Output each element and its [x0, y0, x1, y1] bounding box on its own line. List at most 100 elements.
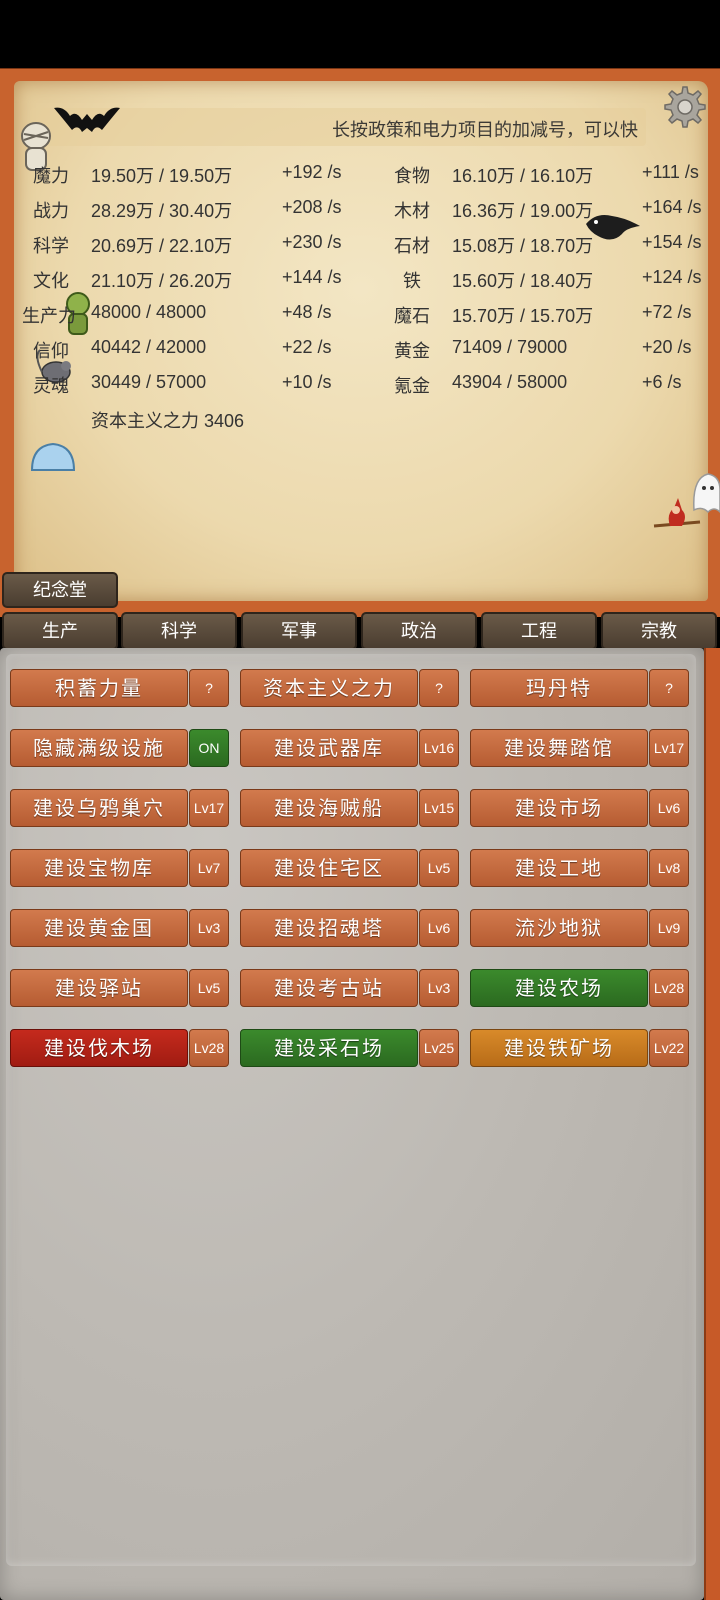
capital-power: 资本主义之力 3406: [91, 411, 245, 431]
level-badge: Lv5: [419, 849, 459, 887]
stat-name: 食物: [394, 166, 430, 186]
building-button[interactable]: 建设采石场: [240, 1029, 418, 1067]
level-badge: Lv25: [419, 1029, 459, 1067]
stat-rate: +208 /s: [282, 197, 342, 217]
notice-text: 长按政策和电力项目的加减号，可以快: [332, 120, 638, 141]
stat-rate: +111 /s: [642, 162, 699, 182]
stat-name: 木材: [394, 201, 430, 221]
stat-rate: +72 /s: [642, 302, 692, 322]
stat-value: 40442 / 42000: [91, 337, 207, 357]
stat-rate: +144 /s: [282, 267, 342, 287]
help-button[interactable]: ?: [649, 669, 689, 707]
level-badge: Lv17: [189, 789, 229, 827]
level-badge: Lv15: [419, 789, 459, 827]
level-badge: Lv3: [189, 909, 229, 947]
building-button[interactable]: 建设市场: [470, 789, 648, 827]
stat-name: 黄金: [394, 341, 430, 361]
stat-name: 科学: [33, 236, 69, 256]
stat-value: 48000 / 48000: [91, 302, 207, 322]
stat-value: 16.10万 / 16.10万: [452, 166, 594, 186]
stat-value: 28.29万 / 30.40万: [91, 201, 233, 221]
stat-name: 文化: [33, 271, 69, 291]
slime-sprite: [30, 442, 76, 471]
stat-name: 石材: [394, 236, 430, 256]
stat-name: 灵魂: [33, 376, 69, 396]
notice-banner: 长按政策和电力项目的加减号，可以快: [30, 108, 646, 146]
building-button[interactable]: 建设舞踏馆: [470, 729, 648, 767]
building-button[interactable]: 建设乌鸦巢穴: [10, 789, 188, 827]
stat-value: 43904 / 58000: [452, 372, 568, 392]
tab-military[interactable]: 军事: [241, 612, 357, 650]
stat-value: 71409 / 79000: [452, 337, 568, 357]
building-button[interactable]: 建设铁矿场: [470, 1029, 648, 1067]
building-button[interactable]: 建设招魂塔: [240, 909, 418, 947]
building-button[interactable]: 玛丹特: [470, 669, 648, 707]
stat-rate: +10 /s: [282, 372, 332, 392]
stat-value: 15.60万 / 18.40万: [452, 271, 594, 291]
building-button[interactable]: 建设武器库: [240, 729, 418, 767]
stat-value: 19.50万 / 19.50万: [91, 166, 233, 186]
level-badge: Lv6: [649, 789, 689, 827]
building-button[interactable]: 隐藏满级设施: [10, 729, 188, 767]
tab-science[interactable]: 科学: [121, 612, 237, 650]
stat-value: 16.36万 / 19.00万: [452, 201, 594, 221]
stat-rate: +192 /s: [282, 162, 342, 182]
stat-name: 生产力: [22, 306, 76, 326]
building-button[interactable]: 建设伐木场: [10, 1029, 188, 1067]
tab-politics[interactable]: 政治: [361, 612, 477, 650]
level-badge: Lv16: [419, 729, 459, 767]
bat-icon: [54, 107, 120, 132]
level-badge: Lv3: [419, 969, 459, 1007]
stat-rate: +230 /s: [282, 232, 342, 252]
tab-production[interactable]: 生产: [2, 612, 118, 650]
stat-value: 15.08万 / 18.70万: [452, 236, 594, 256]
witch-sprite: [653, 498, 701, 528]
stat-rate: +20 /s: [642, 337, 692, 357]
level-badge: Lv22: [649, 1029, 689, 1067]
panel-rail: [704, 648, 720, 1600]
stat-name: 魔石: [394, 306, 430, 326]
stat-rate: +48 /s: [282, 302, 332, 322]
building-button[interactable]: 建设黄金国: [10, 909, 188, 947]
level-badge: Lv17: [649, 729, 689, 767]
level-badge: Lv28: [649, 969, 689, 1007]
building-button[interactable]: 建设考古站: [240, 969, 418, 1007]
toggle-on-badge[interactable]: ON: [189, 729, 229, 767]
level-badge: Lv6: [419, 909, 459, 947]
stat-name: 铁: [403, 271, 421, 291]
stat-name: 氪金: [394, 376, 430, 396]
building-button[interactable]: 建设农场: [470, 969, 648, 1007]
level-badge: Lv28: [189, 1029, 229, 1067]
stat-rate: +6 /s: [642, 372, 682, 392]
status-bar: [0, 0, 720, 68]
building-button[interactable]: 建设工地: [470, 849, 648, 887]
building-button[interactable]: 建设海贼船: [240, 789, 418, 827]
building-button[interactable]: 积蓄力量: [10, 669, 188, 707]
stat-rate: +164 /s: [642, 197, 702, 217]
stat-rate: +154 /s: [642, 232, 702, 252]
help-button[interactable]: ?: [419, 669, 459, 707]
level-badge: Lv7: [189, 849, 229, 887]
stat-rate: +124 /s: [642, 267, 702, 287]
tab-engineering[interactable]: 工程: [481, 612, 597, 650]
memorial-hall-button[interactable]: 纪念堂: [2, 572, 118, 608]
building-button[interactable]: 建设住宅区: [240, 849, 418, 887]
stat-value: 20.69万 / 22.10万: [91, 236, 233, 256]
gear-icon[interactable]: [660, 84, 706, 130]
building-button[interactable]: 建设驿站: [10, 969, 188, 1007]
help-button[interactable]: ?: [189, 669, 229, 707]
stat-name: 魔力: [33, 166, 69, 186]
tab-religion[interactable]: 宗教: [601, 612, 717, 650]
stat-value: 15.70万 / 15.70万: [452, 306, 594, 326]
building-button[interactable]: 流沙地狱: [470, 909, 648, 947]
level-badge: Lv5: [189, 969, 229, 1007]
stat-rate: +22 /s: [282, 337, 332, 357]
stat-value: 30449 / 57000: [91, 372, 207, 392]
building-button[interactable]: 资本主义之力: [240, 669, 418, 707]
category-tabs: 生产 科学 军事 政治 工程 宗教: [0, 612, 720, 650]
stat-name: 战力: [33, 201, 69, 221]
stat-name: 信仰: [33, 341, 69, 361]
level-badge: Lv8: [649, 849, 689, 887]
stat-value: 21.10万 / 26.20万: [91, 271, 233, 291]
building-button[interactable]: 建设宝物库: [10, 849, 188, 887]
